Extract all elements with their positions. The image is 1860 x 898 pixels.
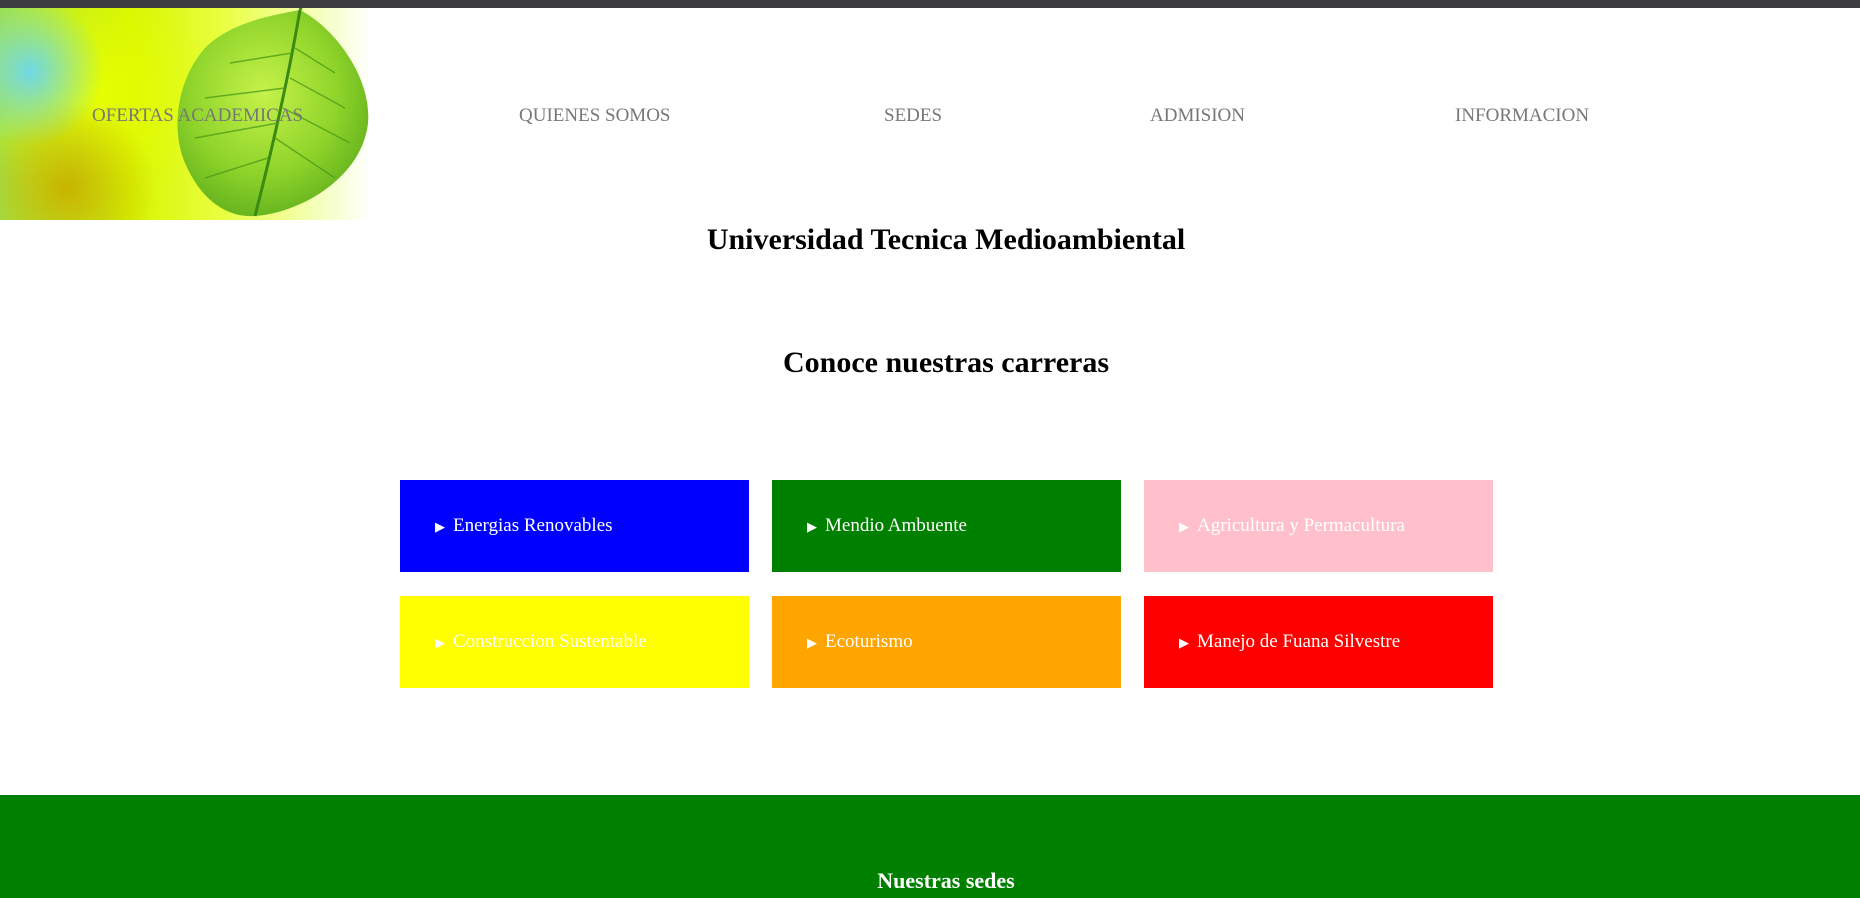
triangle-right-icon: ▶ [807, 518, 817, 534]
site-header: OFERTAS ACADEMICAS QUIENES SOMOS SEDES A… [0, 8, 1860, 220]
nav-item-quienes-somos[interactable]: QUIENES SOMOS [519, 105, 671, 127]
career-card-energias-renovables[interactable]: ▶ Energias Renovables [400, 480, 749, 572]
nav-item-informacion[interactable]: INFORMACION [1455, 105, 1589, 127]
career-card-manejo-fauna-silvestre[interactable]: ▶ Manejo de Fuana Silvestre [1144, 596, 1493, 688]
career-label: Energias Renovables [453, 515, 613, 536]
career-label: Manejo de Fuana Silvestre [1197, 631, 1401, 652]
nav-item-sedes[interactable]: SEDES [884, 105, 942, 127]
sedes-footer: Nuestras sedes [0, 795, 1860, 898]
triangle-right-icon: ▶ [435, 634, 445, 650]
career-label: Construccion Sustentable [453, 631, 647, 652]
triangle-right-icon: ▶ [1179, 634, 1189, 650]
triangle-right-icon: ▶ [1179, 518, 1189, 534]
career-label: Agricultura y Permacultura [1197, 515, 1405, 536]
browser-top-bar [0, 0, 1860, 8]
triangle-right-icon: ▶ [435, 518, 445, 534]
footer-title: Nuestras sedes [877, 868, 1015, 893]
career-card-ecoturismo[interactable]: ▶ Ecoturismo [772, 596, 1121, 688]
career-card-construccion-sustentable[interactable]: ▶ Construccion Sustentable [400, 596, 749, 688]
career-label: Ecoturismo [825, 631, 913, 652]
triangle-right-icon: ▶ [807, 634, 817, 650]
careers-section-title: Conoce nuestras carreras [782, 346, 1110, 379]
main-navigation: OFERTAS ACADEMICAS QUIENES SOMOS SEDES A… [0, 105, 1860, 145]
nav-item-ofertas-academicas[interactable]: OFERTAS ACADEMICAS [92, 105, 303, 127]
career-card-agricultura-permacultura[interactable]: ▶ Agricultura y Permacultura [1144, 480, 1493, 572]
nav-item-admision[interactable]: ADMISION [1150, 105, 1245, 127]
career-label: Mendio Ambuente [825, 515, 967, 536]
career-card-medio-ambiente[interactable]: ▶ Mendio Ambuente [772, 480, 1121, 572]
site-title: Universidad Tecnica Medioambiental [706, 223, 1186, 256]
